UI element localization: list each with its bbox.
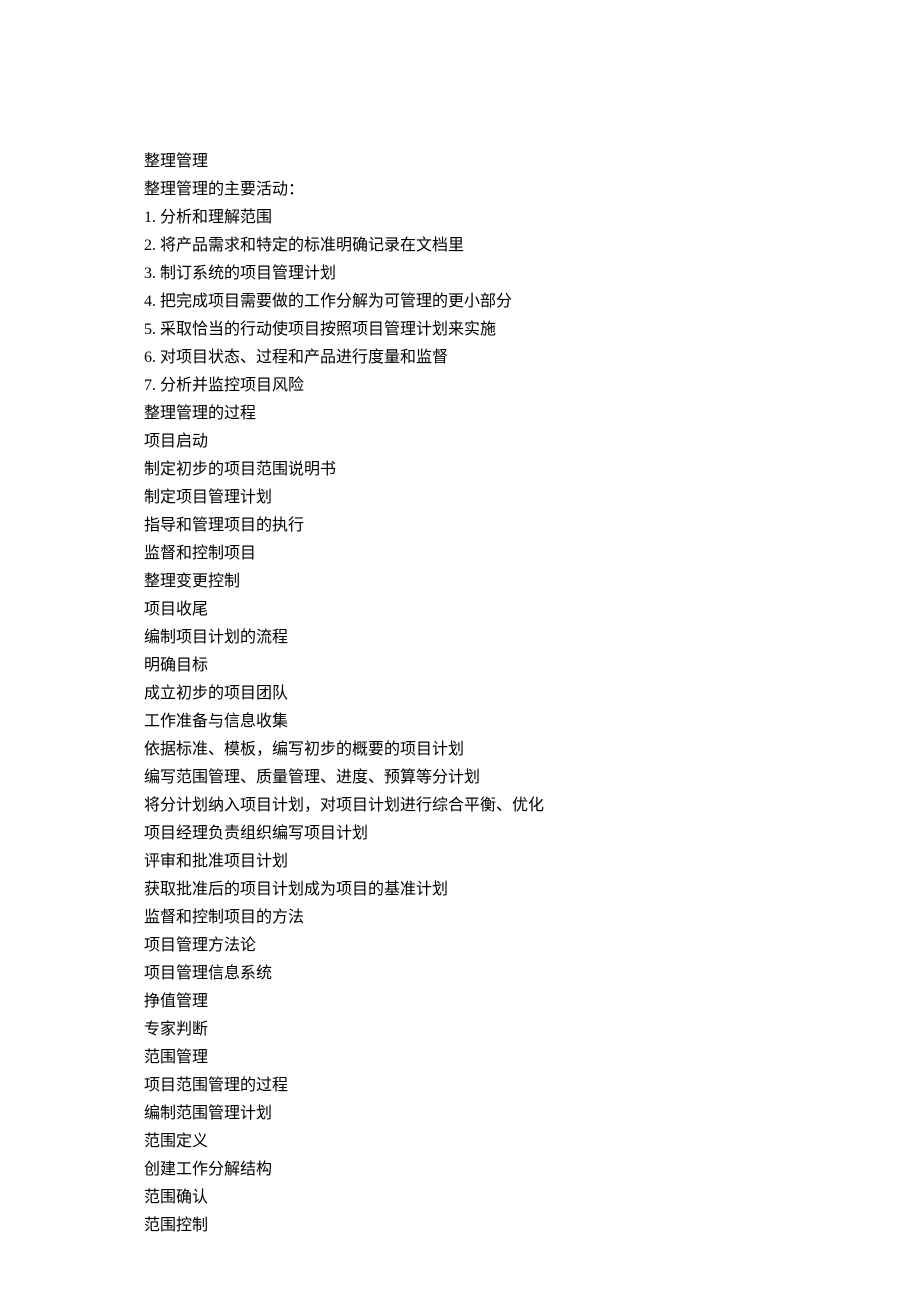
text-line: 项目收尾 [144, 596, 784, 624]
text-line: 整理管理的过程 [144, 400, 784, 428]
text-line: 范围控制 [144, 1212, 784, 1240]
text-line: 明确目标 [144, 652, 784, 680]
text-line: 挣值管理 [144, 988, 784, 1016]
text-line: 工作准备与信息收集 [144, 708, 784, 736]
text-line: 项目范围管理的过程 [144, 1072, 784, 1100]
text-line: 编制项目计划的流程 [144, 624, 784, 652]
text-line: 监督和控制项目的方法 [144, 904, 784, 932]
text-line: 依据标准、模板，编写初步的概要的项目计划 [144, 736, 784, 764]
text-line: 整理管理 [144, 148, 784, 176]
text-line: 1. 分析和理解范围 [144, 204, 784, 232]
text-line: 创建工作分解结构 [144, 1156, 784, 1184]
text-line: 将分计划纳入项目计划，对项目计划进行综合平衡、优化 [144, 792, 784, 820]
text-line: 4. 把完成项目需要做的工作分解为可管理的更小部分 [144, 288, 784, 316]
document-body: 整理管理 整理管理的主要活动： 1. 分析和理解范围 2. 将产品需求和特定的标… [144, 148, 784, 1240]
text-line: 指导和管理项目的执行 [144, 512, 784, 540]
text-line: 6. 对项目状态、过程和产品进行度量和监督 [144, 344, 784, 372]
text-line: 3. 制订系统的项目管理计划 [144, 260, 784, 288]
text-line: 2. 将产品需求和特定的标准明确记录在文档里 [144, 232, 784, 260]
text-line: 项目经理负责组织编写项目计划 [144, 820, 784, 848]
text-line: 监督和控制项目 [144, 540, 784, 568]
text-line: 编制范围管理计划 [144, 1100, 784, 1128]
text-line: 范围定义 [144, 1128, 784, 1156]
text-line: 成立初步的项目团队 [144, 680, 784, 708]
text-line: 编写范围管理、质量管理、进度、预算等分计划 [144, 764, 784, 792]
text-line: 专家判断 [144, 1016, 784, 1044]
text-line: 获取批准后的项目计划成为项目的基准计划 [144, 876, 784, 904]
text-line: 范围管理 [144, 1044, 784, 1072]
text-line: 整理管理的主要活动： [144, 176, 784, 204]
text-line: 7. 分析并监控项目风险 [144, 372, 784, 400]
text-line: 制定初步的项目范围说明书 [144, 456, 784, 484]
text-line: 评审和批准项目计划 [144, 848, 784, 876]
text-line: 制定项目管理计划 [144, 484, 784, 512]
text-line: 项目启动 [144, 428, 784, 456]
text-line: 整理变更控制 [144, 568, 784, 596]
text-line: 项目管理信息系统 [144, 960, 784, 988]
text-line: 范围确认 [144, 1184, 784, 1212]
text-line: 项目管理方法论 [144, 932, 784, 960]
text-line: 5. 采取恰当的行动使项目按照项目管理计划来实施 [144, 316, 784, 344]
